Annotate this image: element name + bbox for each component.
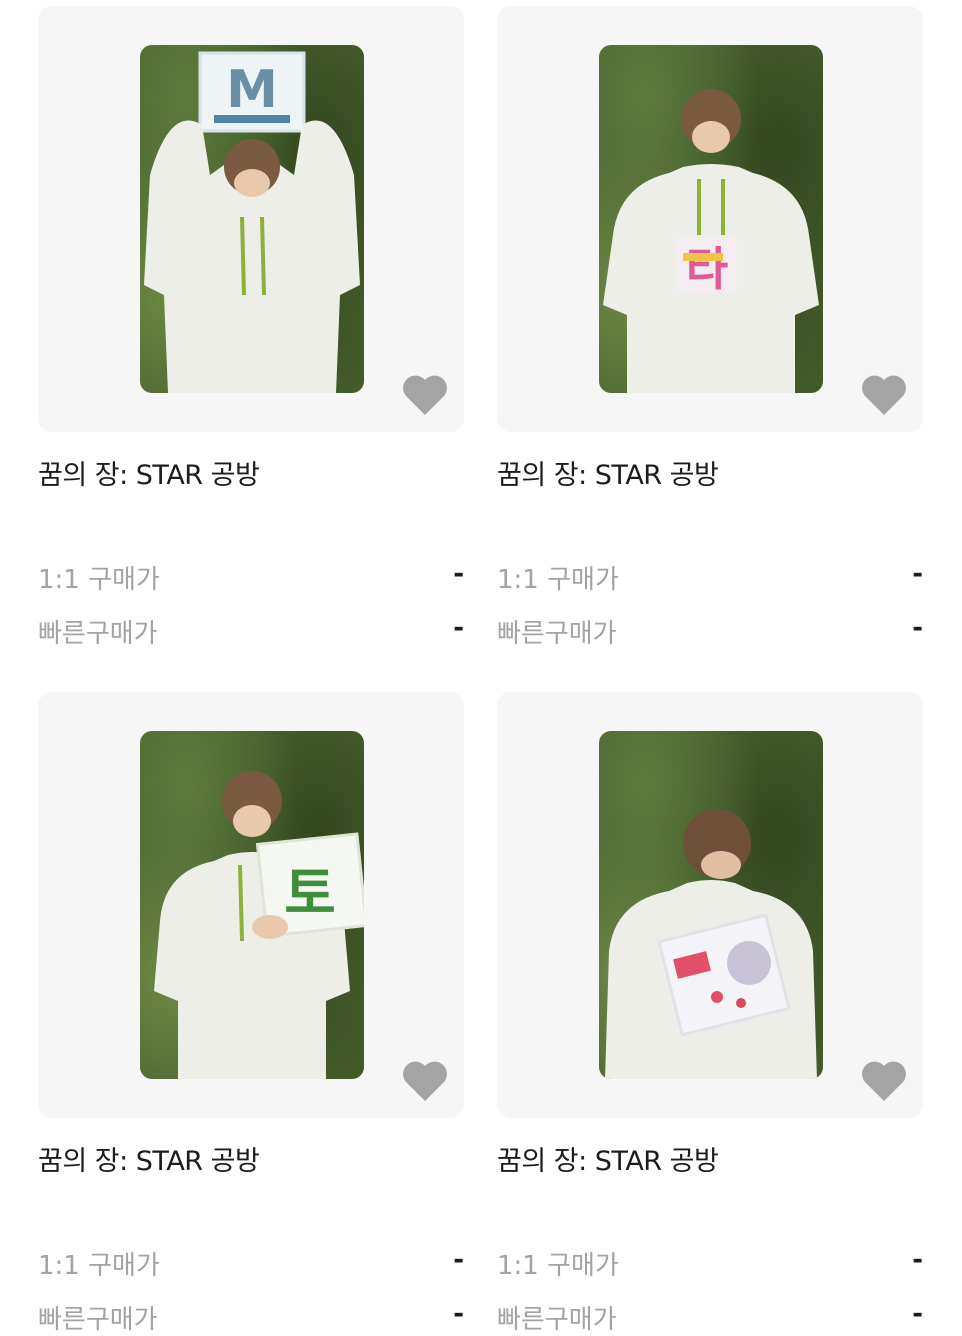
heart-icon[interactable] [861,1060,907,1102]
price-row-1to1: 1:1 구매가 - [38,559,464,596]
price-row-quick: 빠른구매가 - [38,1299,464,1336]
product-title[interactable]: 꿈의 장: STAR 공방 [497,453,719,492]
price-row-1to1: 1:1 구매가 - [497,559,923,596]
product-thumbnail[interactable]: 토 [38,692,464,1118]
price-1to1-value: - [453,559,464,589]
product-card[interactable]: 꿈의 장: STAR 공방 1:1 구매가 - 빠른구매가 - [497,692,923,1335]
quick-price-value: - [453,1299,464,1329]
sign-text: M [226,60,278,120]
product-title[interactable]: 꿈의 장: STAR 공방 [497,1139,719,1178]
quick-price-label: 빠른구매가 [497,1305,617,1335]
heart-icon[interactable] [402,374,448,416]
photocard-image [599,731,823,1079]
product-title[interactable]: 꿈의 장: STAR 공방 [38,453,260,492]
price-row-quick: 빠른구매가 - [497,613,923,650]
photocard-image: M [140,45,364,393]
price-1to1-label: 1:1 구매가 [38,1251,160,1281]
price-row-quick: 빠른구매가 - [497,1299,923,1336]
quick-price-value: - [912,613,923,643]
sign-text: 타 [686,242,728,296]
product-card[interactable]: M 꿈의 장: STAR 공방 1:1 구매가 - 빠른구매가 - [38,6,464,649]
quick-price-label: 빠른구매가 [38,1305,158,1335]
photocard-image: 타 [599,45,823,393]
product-thumbnail[interactable] [497,692,923,1118]
photocard-image: 토 [140,731,364,1079]
sign-text: 토 [284,862,336,927]
price-1to1-label: 1:1 구매가 [497,1251,619,1281]
product-card[interactable]: 토 꿈의 장: STAR 공방 1:1 구매가 - 빠른구매가 - [38,692,464,1335]
price-1to1-label: 1:1 구매가 [38,565,160,595]
price-1to1-label: 1:1 구매가 [497,565,619,595]
price-row-1to1: 1:1 구매가 - [497,1245,923,1282]
price-row-quick: 빠른구매가 - [38,613,464,650]
product-card[interactable]: 타 꿈의 장: STAR 공방 1:1 구매가 - 빠른구매가 - [497,6,923,649]
heart-icon[interactable] [402,1060,448,1102]
price-row-1to1: 1:1 구매가 - [38,1245,464,1282]
quick-price-value: - [453,613,464,643]
price-1to1-value: - [453,1245,464,1275]
product-thumbnail[interactable]: 타 [497,6,923,432]
product-thumbnail[interactable]: M [38,6,464,432]
price-1to1-value: - [912,559,923,589]
quick-price-label: 빠른구매가 [38,619,158,649]
product-title[interactable]: 꿈의 장: STAR 공방 [38,1139,260,1178]
heart-icon[interactable] [861,374,907,416]
quick-price-value: - [912,1299,923,1329]
quick-price-label: 빠른구매가 [497,619,617,649]
price-1to1-value: - [912,1245,923,1275]
